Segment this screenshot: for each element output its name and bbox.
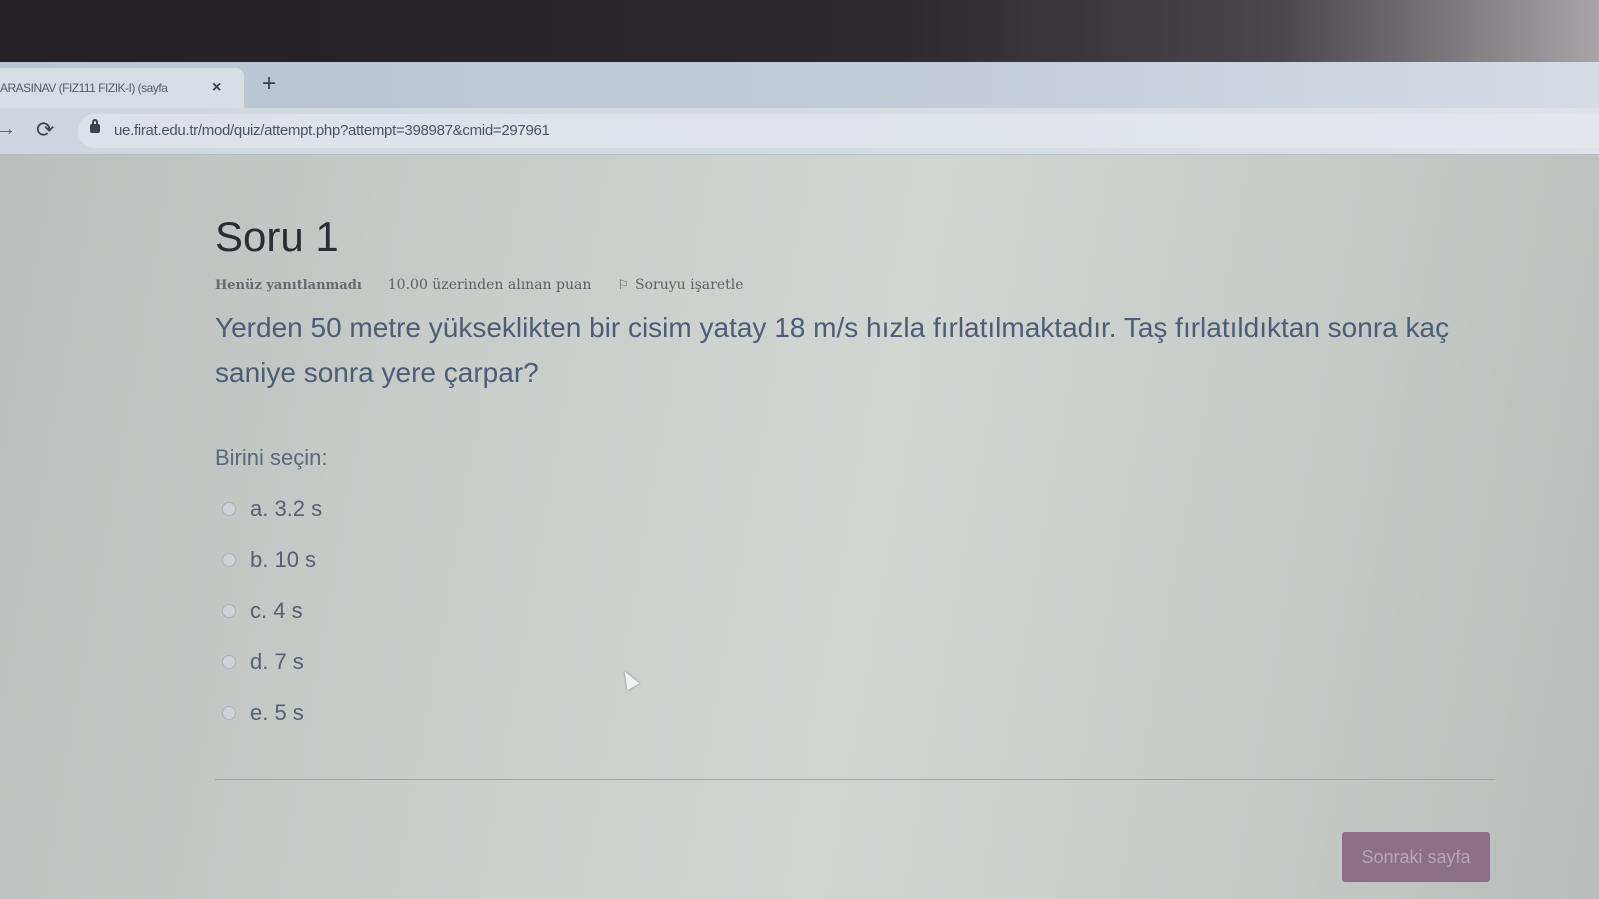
answer-option-a[interactable]: a. 3.2 s — [222, 483, 322, 534]
browser-tab[interactable]: ARASINAV (FIZ111 FIZIK-I) (sayfa × — [0, 68, 244, 108]
new-tab-icon[interactable]: + — [262, 70, 276, 98]
answer-option-b[interactable]: b. 10 s — [222, 534, 322, 585]
tab-bar: ARASINAV (FIZ111 FIZIK-I) (sayfa × + — [0, 62, 1599, 108]
question-text: Yerden 50 metre yükseklikten bir cisim y… — [215, 312, 1450, 388]
answer-option-e[interactable]: e. 5 s — [222, 687, 322, 738]
answer-prompt: Birini seçin: — [215, 445, 328, 470]
answer-label: d. 7 s — [250, 648, 304, 674]
question-status: Henüz yanıtlanmadı — [215, 277, 362, 293]
screen-bezel — [0, 0, 1599, 68]
answer-label: c. 4 s — [250, 597, 303, 623]
url-text[interactable]: ue.firat.edu.tr/mod/quiz/attempt.php?att… — [114, 122, 550, 139]
answer-label: b. 10 s — [250, 546, 317, 572]
answer-option-c[interactable]: c. 4 s — [222, 585, 322, 636]
flag-question-button[interactable]: ⚐ Soruyu işaretle — [617, 277, 743, 293]
question-title: Soru 1 — [215, 213, 339, 260]
radio-button[interactable] — [222, 552, 236, 567]
answer-option-d[interactable]: d. 7 s — [222, 636, 322, 687]
next-page-button[interactable]: Sonraki sayfa — [1342, 832, 1490, 882]
lock-icon[interactable] — [90, 119, 100, 133]
flag-question-label: Soruyu işaretle — [635, 277, 744, 293]
browser-toolbar: → ⟳ ue.firat.edu.tr/mod/quiz/attempt.php… — [0, 108, 1599, 155]
divider — [215, 779, 1495, 780]
radio-button[interactable] — [222, 705, 236, 720]
quiz-page: Soru 1 Henüz yanıtlanmadı 10.00 üzerinde… — [0, 155, 1599, 899]
radio-button[interactable] — [222, 501, 236, 516]
answer-list: a. 3.2 s b. 10 s c. 4 s d. 7 s e. 5 s — [222, 483, 322, 738]
answer-label: a. 3.2 s — [250, 495, 323, 521]
radio-button[interactable] — [222, 654, 236, 669]
tab-title: ARASINAV (FIZ111 FIZIK-I) (sayfa — [0, 81, 168, 95]
forward-icon[interactable]: → — [0, 118, 16, 141]
flag-icon: ⚐ — [617, 277, 630, 293]
answer-label: e. 5 s — [250, 699, 304, 725]
close-icon[interactable]: × — [212, 79, 221, 97]
address-bar[interactable]: ue.firat.edu.tr/mod/quiz/attempt.php?att… — [78, 114, 1599, 148]
radio-button[interactable] — [222, 603, 236, 618]
question-info: Henüz yanıtlanmadı 10.00 üzerinden alına… — [215, 277, 744, 293]
reload-icon[interactable]: ⟳ — [36, 117, 54, 143]
question-points: 10.00 üzerinden alınan puan — [387, 277, 592, 293]
